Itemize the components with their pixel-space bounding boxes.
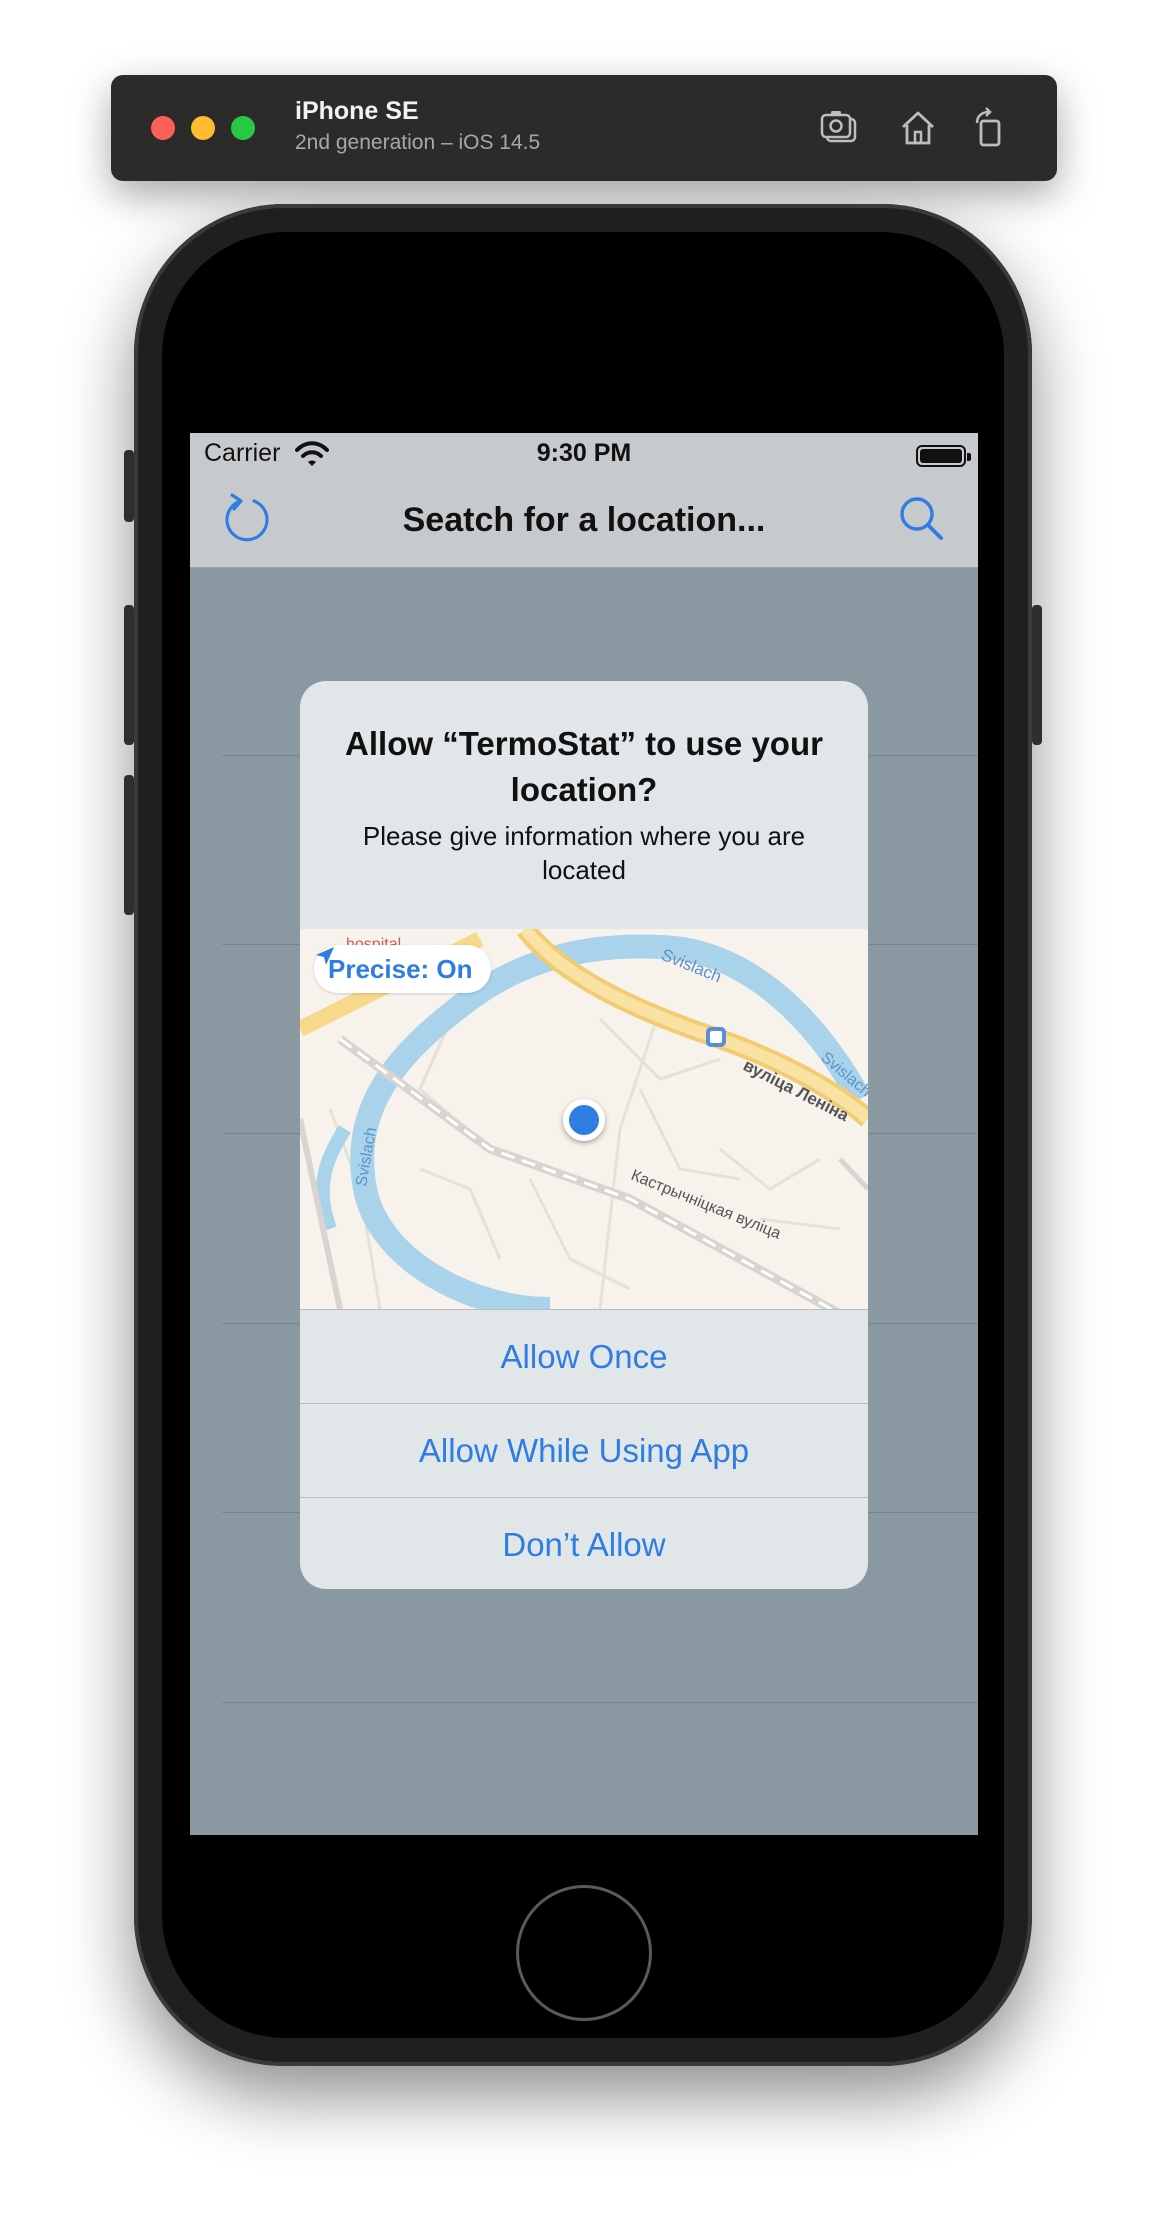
precise-label: Precise: On bbox=[328, 953, 473, 984]
alert-message: Please give information where you are lo… bbox=[362, 821, 806, 885]
navigation-header: Carrier 9:30 PM Seatch for a location... bbox=[190, 433, 978, 568]
battery-icon bbox=[916, 445, 971, 467]
screenshot-button[interactable] bbox=[817, 105, 863, 151]
volume-down-side-button bbox=[124, 775, 134, 915]
map-label-street: Кастрычніцкая вуліца bbox=[629, 1167, 784, 1243]
page-title: Seatch for a location... bbox=[402, 501, 766, 539]
volume-up-side-button bbox=[124, 605, 134, 745]
rotate-button[interactable] bbox=[967, 105, 1013, 151]
phone-home-button[interactable] bbox=[516, 1885, 652, 2021]
search-button[interactable] bbox=[896, 493, 946, 543]
precise-location-toggle[interactable]: Precise: On bbox=[314, 945, 491, 993]
location-permission-alert: Allow “TermoStat” to use your location? … bbox=[300, 681, 868, 1589]
zoom-window-button[interactable] bbox=[231, 116, 255, 140]
location-map: Svislach Svislach Svislach вуліца Леніна… bbox=[300, 929, 868, 1309]
device-subtitle: 2nd generation – iOS 14.5 bbox=[295, 131, 541, 154]
simulator-title-bar: iPhone SE 2nd generation – iOS 14.5 bbox=[111, 75, 1057, 181]
dont-allow-button[interactable]: Don’t Allow bbox=[300, 1497, 868, 1589]
allow-while-using-button[interactable]: Allow While Using App bbox=[300, 1403, 868, 1497]
rotate-icon bbox=[975, 107, 1001, 147]
mute-switch bbox=[124, 450, 134, 522]
home-icon bbox=[902, 111, 934, 145]
status-time: 9:30 PM bbox=[536, 439, 632, 467]
device-name: iPhone SE bbox=[295, 97, 419, 125]
location-arrow-icon bbox=[316, 947, 334, 965]
camera-icon bbox=[820, 111, 857, 143]
alert-title: Allow “TermoStat” to use your location? bbox=[345, 725, 823, 808]
table-row-separator bbox=[222, 1702, 978, 1703]
search-icon bbox=[900, 497, 943, 540]
close-window-button[interactable] bbox=[151, 116, 175, 140]
current-location-dot bbox=[563, 1099, 605, 1141]
home-button[interactable] bbox=[895, 105, 941, 151]
allow-once-button[interactable]: Allow Once bbox=[300, 1309, 868, 1403]
phone-screen: Carrier 9:30 PM Seatch for a location... bbox=[190, 433, 978, 1835]
minimize-window-button[interactable] bbox=[191, 116, 215, 140]
power-side-button bbox=[1032, 605, 1042, 745]
